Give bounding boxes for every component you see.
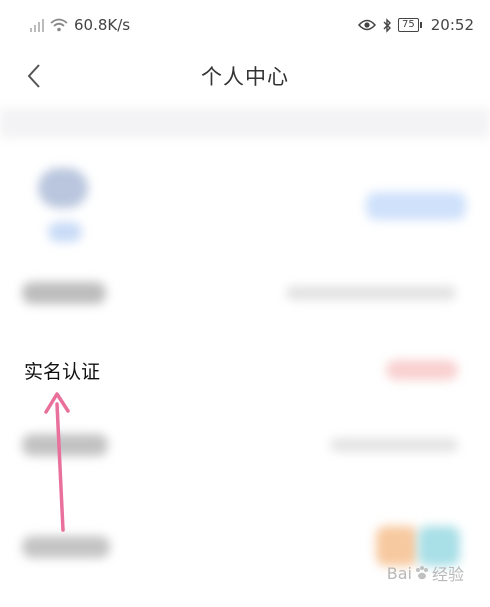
status-bar: 60.8K/s 75 20:52 xyxy=(0,0,490,50)
nav-bar: 个人中心 xyxy=(0,50,490,102)
list-item-label xyxy=(22,536,110,558)
edit-profile-button[interactable] xyxy=(366,192,466,220)
network-speed: 60.8K/s xyxy=(74,16,131,34)
app-icon-orange xyxy=(376,526,418,566)
chevron-left-icon xyxy=(27,64,40,88)
paw-icon xyxy=(415,566,428,580)
watermark-text: Bai xyxy=(386,563,412,583)
avatar-badge xyxy=(48,222,82,242)
back-button[interactable] xyxy=(20,62,48,90)
list-item-value xyxy=(330,438,458,452)
profile-row[interactable] xyxy=(0,150,490,260)
eye-icon xyxy=(358,19,377,31)
bluetooth-icon xyxy=(383,17,392,33)
status-left: 60.8K/s xyxy=(30,16,130,34)
status-right: 75 20:52 xyxy=(358,16,474,34)
list-item-value xyxy=(286,286,456,300)
app-icon-teal xyxy=(418,526,460,566)
wifi-icon xyxy=(50,18,68,32)
real-name-label[interactable]: 实名认证 xyxy=(24,357,100,384)
battery-level: 75 xyxy=(402,19,415,30)
watermark: Bai 经验 xyxy=(387,561,464,585)
section-divider xyxy=(0,108,490,138)
page-title: 个人中心 xyxy=(201,65,289,89)
annotation-arrow xyxy=(44,392,70,532)
avatar xyxy=(38,168,88,208)
real-name-status xyxy=(386,360,458,380)
signal-icon xyxy=(30,18,44,32)
battery-icon: 75 xyxy=(398,18,422,32)
watermark-text-2: 经验 xyxy=(431,565,464,584)
status-time: 20:52 xyxy=(430,16,474,34)
list-item-label xyxy=(22,282,106,304)
list-item[interactable] xyxy=(0,270,490,322)
